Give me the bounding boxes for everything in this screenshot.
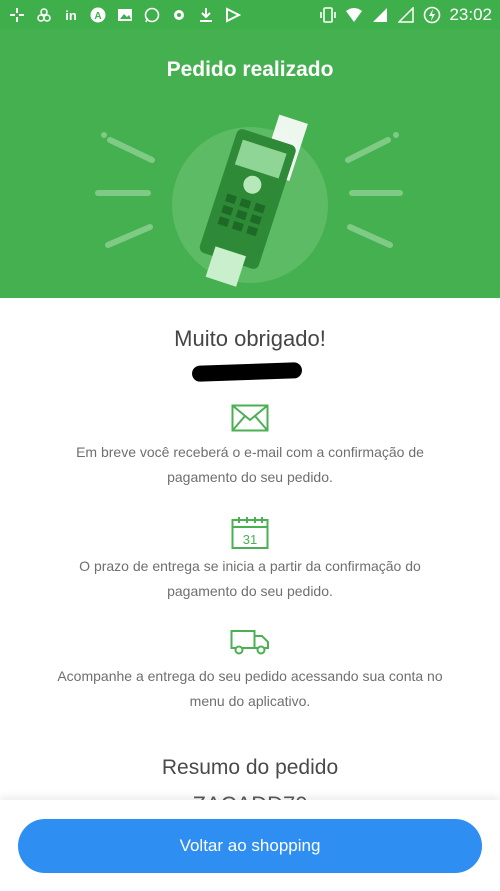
redacted-name [191, 362, 303, 382]
header: Pedido realizado [0, 30, 500, 298]
signal-icon [371, 6, 389, 24]
email-info-text: Em breve você receberá o e-mail com a co… [76, 444, 424, 485]
battery-charging-icon [423, 6, 441, 24]
truck-icon [230, 630, 269, 655]
calendar-icon: 31 [231, 517, 269, 549]
signal-icon [397, 6, 415, 24]
svg-text:A: A [94, 11, 101, 22]
status-time: 23:02 [449, 5, 492, 24]
notification-icons: in A [8, 6, 242, 24]
page-title: Pedido realizado [166, 58, 334, 81]
wifi-icon [345, 6, 363, 24]
email-info-block: Em breve você receberá o e-mail com a co… [20, 404, 480, 490]
payment-terminal-illustration [95, 114, 403, 287]
system-icons: 23:02 [319, 5, 492, 25]
delivery-period-text: O prazo de entrega se inicia a partir da… [79, 558, 421, 599]
link-icon [35, 6, 53, 24]
back-to-shopping-button[interactable]: Voltar ao shopping [18, 819, 482, 873]
gear-icon [170, 6, 188, 24]
svg-text:31: 31 [243, 532, 257, 547]
image-icon [116, 6, 134, 24]
mail-icon [231, 404, 269, 432]
thanks-heading: Muito obrigado! [174, 326, 326, 351]
flag-icon [224, 6, 242, 24]
a-circle-icon: A [89, 6, 107, 24]
linkedin-icon: in [65, 7, 77, 23]
whatsapp-icon [143, 6, 161, 24]
tracking-info-text: Acompanhe a entrega do seu pedido acessa… [57, 668, 443, 709]
pinwheel-icon [8, 6, 26, 24]
delivery-period-block: 31 O prazo de entrega se inicia a partir… [20, 516, 480, 604]
tracking-info-block: Acompanhe a entrega do seu pedido acessa… [20, 628, 480, 714]
download-icon [197, 6, 215, 24]
vibrate-icon [319, 6, 337, 24]
status-bar: in A 23:02 [0, 0, 500, 30]
order-summary-title: Resumo do pedido [161, 756, 339, 779]
